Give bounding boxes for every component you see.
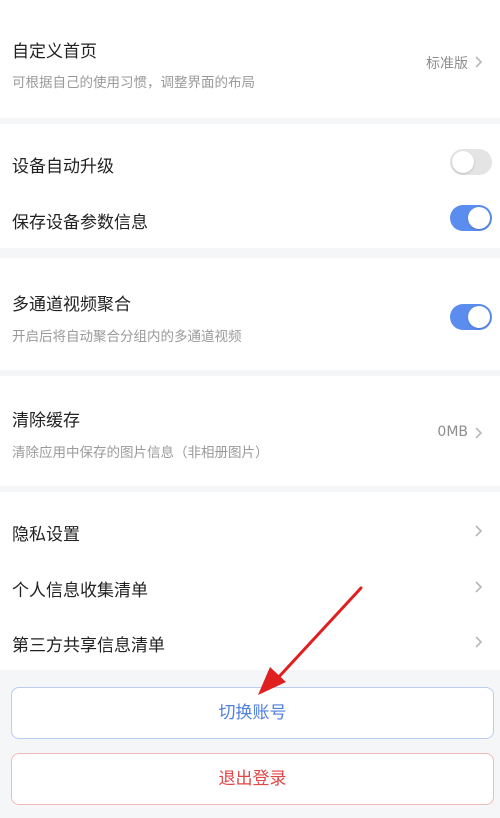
chevron-right-icon (472, 426, 486, 440)
homepage-section: 自定义首页 可根据自己的使用习惯，调整界面的布局 标准版 (0, 0, 500, 118)
third-party-sharing-label: 第三方共享信息清单 (12, 636, 165, 656)
auto-upgrade-row: 设备自动升级 (0, 124, 500, 186)
switch-account-button[interactable]: 切换账号 (11, 687, 494, 739)
cache-section: 清除缓存 清除应用中保存的图片信息（非相册图片） 0MB (0, 376, 500, 486)
custom-homepage-subtitle: 可根据自己的使用习惯，调整界面的布局 (12, 75, 255, 91)
toggle-knob (452, 151, 474, 173)
cache-size-value: 0MB (437, 424, 468, 440)
clear-cache-row[interactable]: 清除缓存 清除应用中保存的图片信息（非相册图片） 0MB (0, 376, 500, 486)
save-params-toggle[interactable] (450, 205, 492, 231)
video-section: 多通道视频聚合 开启后将自动聚合分组内的多通道视频 (0, 258, 500, 370)
chevron-right-icon (472, 55, 486, 69)
privacy-section: 隐私设置 个人信息收集清单 第三方共享信息清单 (0, 492, 500, 670)
multi-channel-video-toggle[interactable] (450, 304, 492, 330)
logout-button[interactable]: 退出登录 (11, 753, 494, 805)
auto-upgrade-toggle[interactable] (450, 149, 492, 175)
clear-cache-title: 清除缓存 (12, 411, 80, 431)
third-party-sharing-row[interactable]: 第三方共享信息清单 (0, 614, 500, 670)
toggle-knob (468, 207, 490, 229)
chevron-right-icon (472, 635, 486, 649)
chevron-right-icon (472, 580, 486, 594)
clear-cache-subtitle: 清除应用中保存的图片信息（非相册图片） (12, 445, 269, 461)
custom-homepage-row[interactable]: 自定义首页 可根据自己的使用习惯，调整界面的布局 标准版 (0, 0, 500, 118)
save-params-row: 保存设备参数信息 (0, 186, 500, 248)
chevron-right-icon (472, 524, 486, 538)
multi-channel-video-title: 多通道视频聚合 (12, 295, 131, 315)
auto-upgrade-title: 设备自动升级 (12, 157, 114, 177)
toggle-knob (468, 306, 490, 328)
homepage-layout-value: 标准版 (426, 56, 468, 72)
custom-homepage-title: 自定义首页 (12, 42, 97, 62)
personal-info-list-label: 个人信息收集清单 (12, 581, 148, 601)
personal-info-list-row[interactable]: 个人信息收集清单 (0, 558, 500, 614)
multi-channel-video-subtitle: 开启后将自动聚合分组内的多通道视频 (12, 329, 242, 345)
privacy-settings-row[interactable]: 隐私设置 (0, 502, 500, 558)
multi-channel-video-row: 多通道视频聚合 开启后将自动聚合分组内的多通道视频 (0, 258, 500, 370)
device-section: 设备自动升级 保存设备参数信息 (0, 124, 500, 248)
privacy-settings-label: 隐私设置 (12, 525, 80, 545)
save-params-title: 保存设备参数信息 (12, 213, 148, 233)
